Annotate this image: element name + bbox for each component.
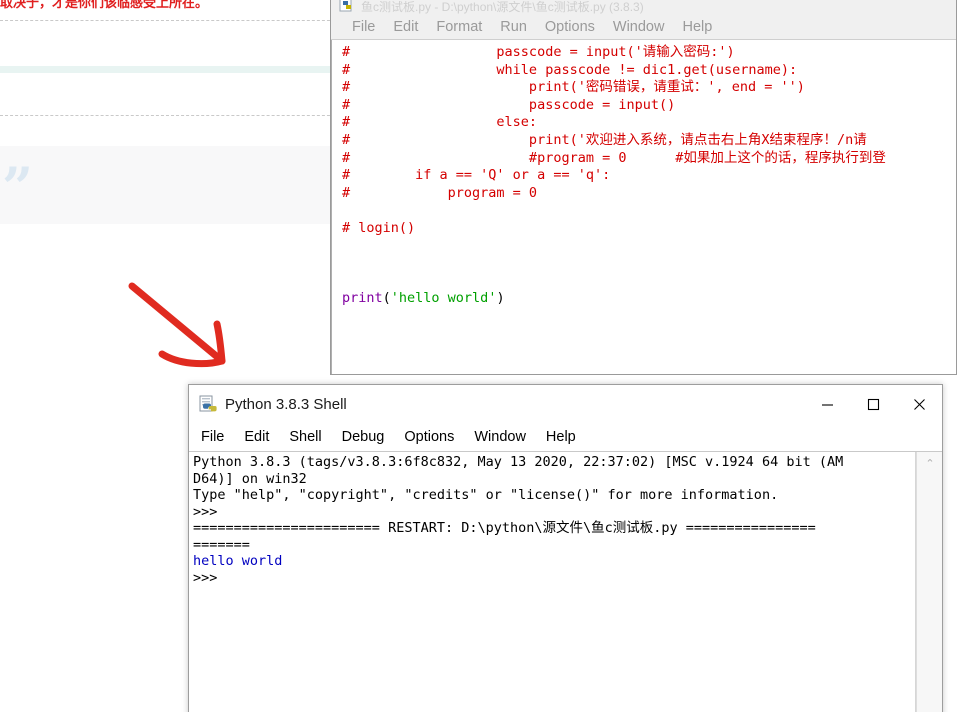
- shell-menu-options[interactable]: Options: [394, 429, 464, 445]
- editor-menu-help[interactable]: Help: [673, 19, 721, 35]
- editor-menu-window[interactable]: Window: [604, 19, 674, 35]
- shell-title: Python 3.8.3 Shell: [225, 395, 347, 413]
- editor-titlebar[interactable]: 鱼c测试板.py - D:\python\源文件\鱼c测试板.py (3.8.3…: [331, 0, 956, 14]
- shell-prompt-line: >>>: [193, 503, 226, 520]
- python-file-icon: [339, 0, 352, 12]
- webpage-red-heading: 取决于，才是你们该临感受上所在。: [0, 0, 209, 10]
- shell-line: D64)] on win32: [193, 470, 307, 487]
- shell-line: Type "help", "copyright", "credits" or "…: [193, 487, 779, 503]
- code-line: # else:: [342, 114, 538, 131]
- code-line-print-statement: print('hello world'): [334, 290, 956, 308]
- shell-menu-window[interactable]: Window: [464, 429, 536, 445]
- python-shell-icon: [199, 395, 217, 412]
- python-shell-window[interactable]: Python 3.8.3 Shell File Edit Shell Debug…: [188, 384, 943, 712]
- shell-restart-banner: ======================= RESTART: D:\pyth…: [193, 520, 816, 536]
- scroll-up-arrow-icon[interactable]: ⌃: [917, 452, 942, 474]
- shell-output-area[interactable]: Python 3.8.3 (tags/v3.8.3:6f8c832, May 1…: [189, 451, 942, 712]
- editor-menu-options[interactable]: Options: [536, 19, 604, 35]
- editor-menu-file[interactable]: File: [343, 19, 384, 35]
- editor-menu-run[interactable]: Run: [491, 19, 536, 35]
- webpage-quote-block: [0, 146, 332, 224]
- close-button[interactable]: [896, 385, 942, 423]
- code-token-paren-open: (: [382, 290, 391, 307]
- code-line: # while passcode != dic1.get(username):: [342, 61, 798, 78]
- shell-line: Python 3.8.3 (tags/v3.8.3:6f8c832, May 1…: [193, 454, 844, 470]
- shell-menu-help[interactable]: Help: [536, 429, 586, 445]
- minimize-icon: [821, 403, 833, 406]
- shell-text: Python 3.8.3 (tags/v3.8.3:6f8c832, May 1…: [189, 452, 916, 586]
- editor-code-area[interactable]: # passcode = input('请输入密码:') # while pas…: [331, 40, 956, 374]
- shell-window-controls[interactable]: [804, 385, 942, 423]
- minimize-button[interactable]: [804, 385, 850, 423]
- editor-menu-edit[interactable]: Edit: [384, 19, 427, 35]
- maximize-icon: [867, 398, 879, 410]
- code-line: # passcode = input(): [342, 96, 676, 113]
- code-line: # if a == 'Q' or a == 'q':: [342, 167, 611, 184]
- shell-menu-file[interactable]: File: [191, 429, 234, 445]
- code-line: # program = 0: [342, 184, 538, 201]
- code-line: # print('密码错误，请重试：', end = ''): [342, 79, 805, 96]
- quote-mark-icon: ”: [2, 155, 34, 219]
- screen: 取决于，才是你们该临感受上所在。 ” 鱼c测试板.py - D:\python\…: [0, 0, 957, 712]
- webpage-divider-1: [0, 20, 340, 21]
- shell-menu-edit[interactable]: Edit: [234, 429, 279, 445]
- code-line: # print('欢迎进入系统，请点击右上角X结束程序！/n请: [342, 131, 867, 148]
- code-token-paren-close: ): [496, 290, 505, 307]
- code-line: # passcode = input('请输入密码:'): [342, 44, 735, 60]
- editor-menubar[interactable]: File Edit Format Run Options Window Help: [331, 14, 956, 40]
- code-line: # #program = 0 #如果加上这个的话，程序执行到登: [342, 149, 886, 166]
- webpage-divider-2: [0, 115, 340, 116]
- shell-restart-banner-cont: =======: [193, 536, 250, 553]
- maximize-button[interactable]: [850, 385, 896, 423]
- shell-menu-shell[interactable]: Shell: [279, 429, 331, 445]
- code-token-func: print: [342, 290, 383, 307]
- code-token-string: 'hello world': [390, 290, 497, 307]
- shell-output-line: hello world: [193, 553, 283, 569]
- webpage-highlight-band: [0, 66, 340, 73]
- editor-menu-format[interactable]: Format: [427, 19, 491, 35]
- shell-prompt-line: >>>: [193, 569, 226, 586]
- close-icon: [913, 398, 925, 410]
- shell-titlebar[interactable]: Python 3.8.3 Shell: [189, 385, 942, 423]
- idle-editor-window[interactable]: 鱼c测试板.py - D:\python\源文件\鱼c测试板.py (3.8.3…: [330, 0, 957, 375]
- shell-menu-debug[interactable]: Debug: [332, 429, 395, 445]
- editor-title: 鱼c测试板.py - D:\python\源文件\鱼c测试板.py (3.8.3…: [361, 1, 644, 14]
- code-line: # login(): [342, 219, 416, 236]
- shell-menubar[interactable]: File Edit Shell Debug Options Window Hel…: [189, 423, 942, 451]
- shell-vertical-scrollbar[interactable]: ⌃: [916, 452, 942, 712]
